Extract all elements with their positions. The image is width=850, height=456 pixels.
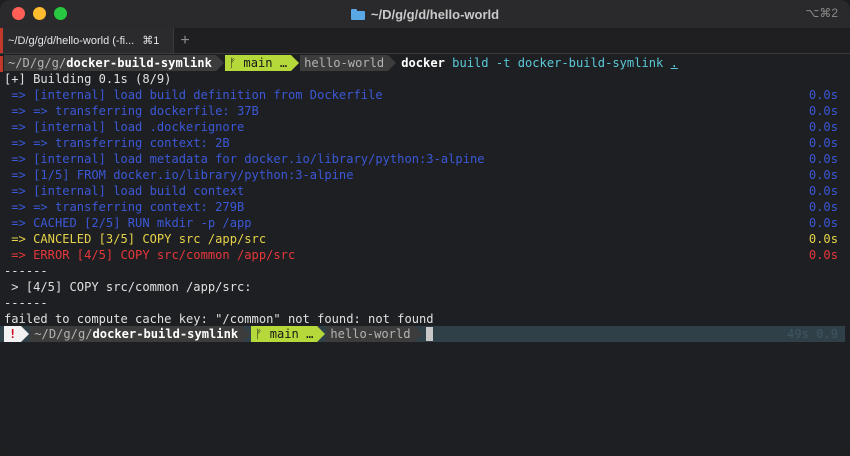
- build-step-text: => ERROR [4/5] COPY src/common /app/src: [4, 248, 296, 262]
- build-step-text: => [1/5] FROM docker.io/library/python:3…: [4, 168, 354, 182]
- build-step-time: 0.0s: [808, 200, 838, 214]
- command-context: .: [670, 56, 678, 70]
- window-controls: [12, 7, 67, 20]
- build-step-text: => [internal] load build definition from…: [4, 88, 383, 102]
- text-cursor: [426, 327, 434, 341]
- folder-icon: [350, 8, 365, 20]
- prompt-mark: [0, 56, 3, 72]
- window-shortcut: ⌥⌘2: [805, 6, 838, 20]
- minimize-button[interactable]: [33, 7, 46, 20]
- build-step-time: 0.0s: [808, 88, 838, 102]
- build-step: => [internal] load metadata for docker.i…: [4, 151, 838, 167]
- build-step-time: 0.0s: [808, 216, 838, 230]
- build-step-time: 0.0s: [808, 232, 838, 246]
- build-step: => => transferring context: 279B 0.0s: [4, 199, 838, 215]
- prompt-dir-segment: hello-world: [300, 55, 397, 71]
- command-name: docker: [401, 56, 445, 70]
- build-step-text: => [internal] load metadata for docker.i…: [4, 152, 485, 166]
- build-step-text: => => transferring context: 279B: [4, 200, 245, 214]
- tab-label: ~/D/g/g/d/hello-world (-fi...: [8, 34, 135, 47]
- build-step: => [internal] load .dockerignore 0.0s: [4, 119, 838, 135]
- build-step-time: 0.0s: [808, 136, 838, 150]
- right-prompt-ghost: 49s 0.9: [787, 327, 838, 341]
- build-step-time: 0.0s: [808, 248, 838, 262]
- build-step: => [internal] load build context 0.0s: [4, 183, 838, 199]
- build-step: => [internal] load build definition from…: [4, 87, 838, 103]
- prompt-path-segment: ~/D/g/g/docker-build-symlink: [4, 55, 224, 71]
- window-title-text: ~/D/g/g/d/hello-world: [370, 6, 500, 22]
- prompt-status-segment: !: [4, 326, 30, 342]
- build-step-text: => [internal] load build context: [4, 184, 245, 198]
- window-title: ~/D/g/g/d/hello-world: [350, 6, 500, 22]
- title-bar: ~/D/g/g/d/hello-world ⌥⌘2: [0, 0, 850, 28]
- build-step-time: 0.0s: [808, 184, 838, 198]
- tab-bar: ~/D/g/g/d/hello-world (-fi... ⌘1 +: [0, 28, 850, 54]
- failed-step: > [4/5] COPY src/common /app/src:: [4, 280, 252, 294]
- separator: ------: [4, 296, 48, 310]
- active-prompt[interactable]: ! ~/D/g/g/docker-build-symlink ᚠ main … …: [4, 326, 850, 342]
- build-step-text: => [internal] load .dockerignore: [4, 120, 245, 134]
- build-step: => => transferring context: 2B 0.0s: [4, 135, 838, 151]
- zoom-button[interactable]: [54, 7, 67, 20]
- build-step-text: => => transferring dockerfile: 37B: [4, 104, 259, 118]
- new-tab-button[interactable]: +: [174, 28, 196, 53]
- error-message: failed to compute cache key: "/common" n…: [4, 312, 434, 326]
- build-step-time: 0.0s: [808, 120, 838, 134]
- tab-hello-world[interactable]: ~/D/g/g/d/hello-world (-fi... ⌘1: [0, 28, 174, 53]
- tab-shortcut: ⌘1: [142, 35, 160, 47]
- build-status: [+] Building 0.1s (8/9): [4, 72, 172, 86]
- prompt-path-segment: ~/D/g/g/docker-build-symlink: [30, 326, 251, 342]
- command-line: ~/D/g/g/docker-build-symlink ᚠ main … he…: [4, 55, 850, 71]
- prompt-branch-segment: ᚠ main …: [251, 326, 326, 342]
- build-step-text: => CANCELED [3/5] COPY src /app/src: [4, 232, 267, 246]
- build-step: => => transferring dockerfile: 37B 0.0s: [4, 103, 838, 119]
- command-args: build -t docker-build-symlink: [452, 56, 664, 70]
- separator: ------: [4, 264, 48, 278]
- build-step: => CANCELED [3/5] COPY src /app/src 0.0s: [4, 231, 838, 247]
- close-button[interactable]: [12, 7, 25, 20]
- build-step: => [1/5] FROM docker.io/library/python:3…: [4, 167, 838, 183]
- build-step-time: 0.0s: [808, 168, 838, 182]
- build-step-text: => CACHED [2/5] RUN mkdir -p /app: [4, 216, 252, 230]
- prompt-branch-segment: ᚠ main …: [224, 55, 300, 71]
- terminal-output[interactable]: ~/D/g/g/docker-build-symlink ᚠ main … he…: [0, 54, 850, 456]
- prompt-dir-segment: hello-world: [326, 326, 423, 342]
- build-step-text: => => transferring context: 2B: [4, 136, 230, 150]
- terminal-window: ~/D/g/g/d/hello-world ⌥⌘2 ~/D/g/g/d/hell…: [0, 0, 850, 456]
- build-step-time: 0.0s: [808, 104, 838, 118]
- build-step-time: 0.0s: [808, 152, 838, 166]
- build-step: => ERROR [4/5] COPY src/common /app/src 0…: [4, 247, 838, 263]
- build-step: => CACHED [2/5] RUN mkdir -p /app 0.0s: [4, 215, 838, 231]
